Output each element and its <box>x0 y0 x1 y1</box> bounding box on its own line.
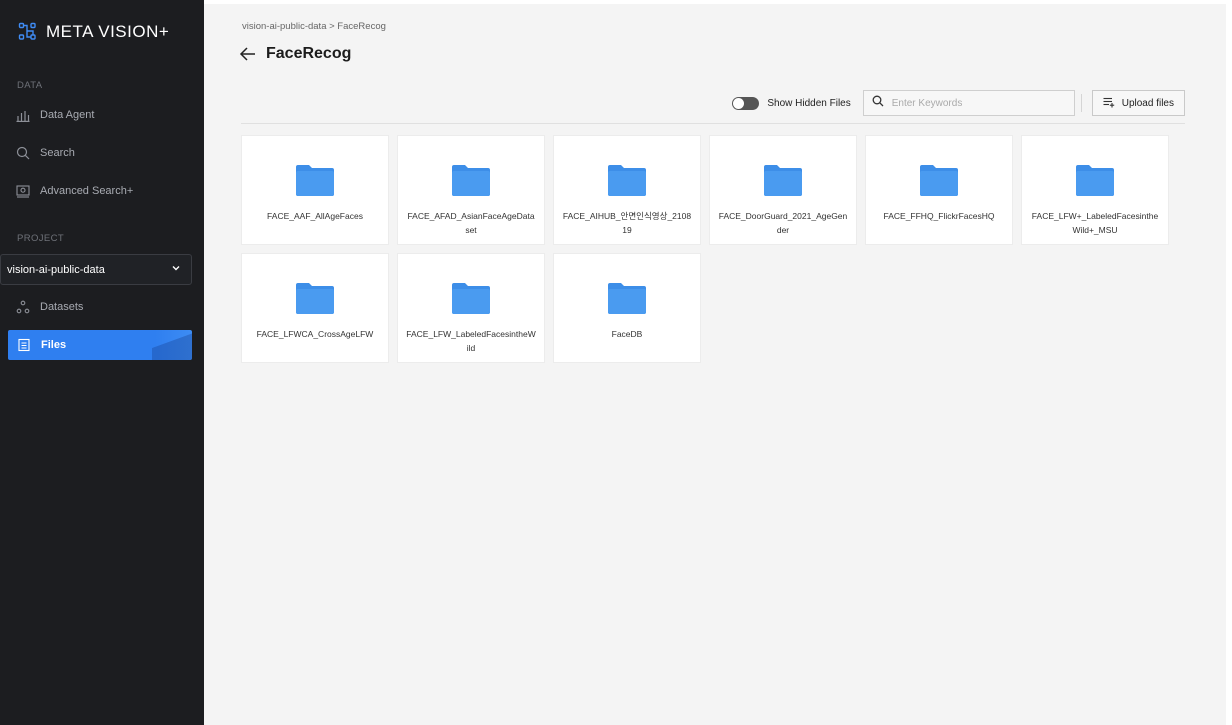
folder-card[interactable]: FACE_FFHQ_FlickrFacesHQ <box>865 135 1013 245</box>
search-box[interactable] <box>862 90 1075 116</box>
sidebar-item-files[interactable]: Files <box>8 330 192 360</box>
show-hidden-label: Show Hidden Files <box>767 97 851 109</box>
folder-icon <box>608 165 646 196</box>
folder-icon <box>764 165 802 196</box>
logo-icon <box>18 22 36 40</box>
folder-card[interactable]: FACE_LFWCA_CrossAgeLFW <box>241 253 389 363</box>
section-label-project: PROJECT <box>17 233 65 244</box>
toolbar-divider-line <box>241 123 1185 124</box>
bar-chart-icon <box>16 108 30 122</box>
sidebar-item-label: Search <box>40 147 75 159</box>
project-select-value: vision-ai-public-data <box>7 263 105 276</box>
chevron-down-icon <box>171 263 181 276</box>
section-label-data: DATA <box>17 80 43 91</box>
folder-icon <box>608 283 646 314</box>
files-icon <box>17 338 31 352</box>
sidebar-item-label: Advanced Search+ <box>40 185 134 197</box>
folder-icon <box>452 165 490 196</box>
sidebar-item-datasets[interactable]: Datasets <box>16 296 83 318</box>
back-arrow-icon[interactable] <box>238 44 258 64</box>
folder-name: FACE_AAF_AllAgeFaces <box>267 211 363 221</box>
main-content: vision-ai-public-data > FaceRecog FaceRe… <box>204 4 1226 725</box>
folder-name: FACE_DoorGuard_2021_AgeGender <box>718 211 848 235</box>
image-search-icon <box>16 184 30 198</box>
toolbar-divider <box>1080 94 1082 112</box>
upload-files-label: Upload files <box>1121 97 1174 109</box>
folder-card[interactable]: FACE_AFAD_AsianFaceAgeDataset <box>397 135 545 245</box>
folder-card[interactable]: FaceDB <box>553 253 701 363</box>
folder-name: FACE_LFW_LabeledFacesintheWild <box>406 329 536 353</box>
folder-name: FACE_LFW+_LabeledFacesintheWild+_MSU <box>1031 211 1159 235</box>
folder-card[interactable]: FACE_DoorGuard_2021_AgeGender <box>709 135 857 245</box>
search-input[interactable] <box>891 97 1062 109</box>
folder-card[interactable]: FACE_AIHUB_안면인식영상_210819 <box>553 135 701 245</box>
app-name: META VISION+ <box>46 22 170 41</box>
sidebar-item-advanced-search[interactable]: Advanced Search+ <box>16 180 133 202</box>
search-icon <box>16 146 30 160</box>
folder-icon <box>452 283 490 314</box>
folder-card[interactable]: FACE_LFW_LabeledFacesintheWild <box>397 253 545 363</box>
folder-icon <box>1076 165 1114 196</box>
sidebar-item-label: Files <box>41 339 67 351</box>
folder-name: FaceDB <box>611 329 643 339</box>
folder-card[interactable]: FACE_AAF_AllAgeFaces <box>241 135 389 245</box>
sidebar-item-data-agent[interactable]: Data Agent <box>16 104 94 126</box>
folder-icon <box>296 165 334 196</box>
folder-grid: FACE_AAF_AllAgeFaces FACE_AFAD_AsianFace… <box>241 135 1181 363</box>
app-logo[interactable]: META VISION+ <box>18 20 169 44</box>
page-title: FaceRecog <box>266 45 352 62</box>
sidebar-item-label: Data Agent <box>40 109 95 121</box>
datasets-icon <box>16 300 30 314</box>
folder-icon <box>920 165 958 196</box>
folder-name: FACE_AIHUB_안면인식영상_210819 <box>562 211 692 235</box>
sidebar-item-label: Datasets <box>40 301 84 313</box>
upload-files-button[interactable]: Upload files <box>1091 90 1185 116</box>
folder-card[interactable]: FACE_LFW+_LabeledFacesintheWild+_MSU <box>1021 135 1169 245</box>
toolbar: Show Hidden Files Upload files <box>732 90 1185 116</box>
upload-list-icon <box>1103 96 1115 111</box>
show-hidden-toggle[interactable] <box>732 96 760 110</box>
sidebar-item-search[interactable]: Search <box>16 142 75 164</box>
project-select[interactable]: vision-ai-public-data <box>0 254 192 285</box>
search-icon <box>872 94 884 112</box>
title-row: FaceRecog <box>238 44 351 64</box>
folder-name: FACE_FFHQ_FlickrFacesHQ <box>883 211 995 221</box>
folder-name: FACE_LFWCA_CrossAgeLFW <box>256 329 374 339</box>
folder-name: FACE_AFAD_AsianFaceAgeDataset <box>407 211 535 235</box>
sidebar: META VISION+ DATA Data Agent Search Adva… <box>0 0 204 725</box>
breadcrumb[interactable]: vision-ai-public-data > FaceRecog <box>242 21 386 32</box>
folder-icon <box>296 283 334 314</box>
